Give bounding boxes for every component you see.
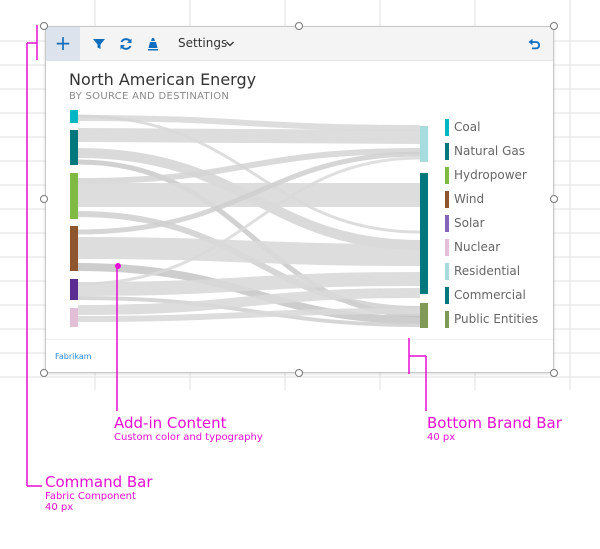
node-hydropower xyxy=(70,173,78,219)
annotation-subtitle: Fabric Component xyxy=(45,491,136,502)
legend-label: Wind xyxy=(454,192,485,206)
legend-swatch xyxy=(445,119,449,136)
legend-label: Commercial xyxy=(454,288,526,302)
node-nuclear xyxy=(70,308,78,327)
brand-link[interactable]: Fabrikam xyxy=(55,352,92,361)
annotation-subtitle: 40 px xyxy=(45,502,74,513)
annotation-addin: Add-in Content Custom color and typograp… xyxy=(114,414,263,443)
legend-swatch xyxy=(445,287,449,304)
annotation-subtitle: Custom color and typography xyxy=(114,432,263,443)
node-residential xyxy=(420,126,428,162)
legend-label: Residential xyxy=(454,264,521,278)
node-wind xyxy=(70,226,78,271)
resize-handle[interactable] xyxy=(550,369,558,377)
legend-swatch xyxy=(445,311,449,328)
resize-handle[interactable] xyxy=(40,22,48,30)
resize-handle[interactable] xyxy=(40,195,48,203)
legend-label: Natural Gas xyxy=(454,144,525,158)
annotation-title: Bottom Brand Bar xyxy=(427,414,562,432)
resize-handle[interactable] xyxy=(550,22,558,30)
annotation-command-bar: Command Bar Fabric Component 40 px xyxy=(45,473,153,513)
resize-handle[interactable] xyxy=(295,22,303,30)
resize-handle[interactable] xyxy=(295,369,303,377)
node-public-entities xyxy=(420,303,428,328)
annotation-title: Command Bar xyxy=(45,473,153,491)
node-solar xyxy=(70,279,78,300)
node-natural-gas xyxy=(70,130,78,165)
legend-label: Coal xyxy=(454,120,481,134)
node-coal xyxy=(70,110,78,123)
bottom-brand-bar: Fabrikam xyxy=(46,339,553,373)
legend-swatch xyxy=(445,263,449,280)
annotation-subtitle: 40 px xyxy=(427,432,456,443)
legend-swatch xyxy=(445,143,449,160)
node-commercial xyxy=(420,173,428,294)
legend-swatch xyxy=(445,239,449,256)
flow-link xyxy=(77,237,421,266)
addin-panel: + Settings North American Energy BY SOUR… xyxy=(45,26,554,373)
legend-swatch xyxy=(445,215,449,232)
resize-handle[interactable] xyxy=(40,369,48,377)
legend-label: Public Entities xyxy=(454,312,539,326)
legend-label: Hydropower xyxy=(454,168,527,182)
legend-label: Nuclear xyxy=(454,240,501,254)
legend-label: Solar xyxy=(454,216,485,230)
resize-handle[interactable] xyxy=(550,195,558,203)
annotation-dot xyxy=(115,263,121,269)
flow-link xyxy=(77,128,421,144)
annotation-title: Add-in Content xyxy=(114,414,227,432)
annotation-bottom-bar: Bottom Brand Bar 40 px xyxy=(427,414,562,443)
legend-swatch xyxy=(445,167,449,184)
legend-swatch xyxy=(445,191,449,208)
